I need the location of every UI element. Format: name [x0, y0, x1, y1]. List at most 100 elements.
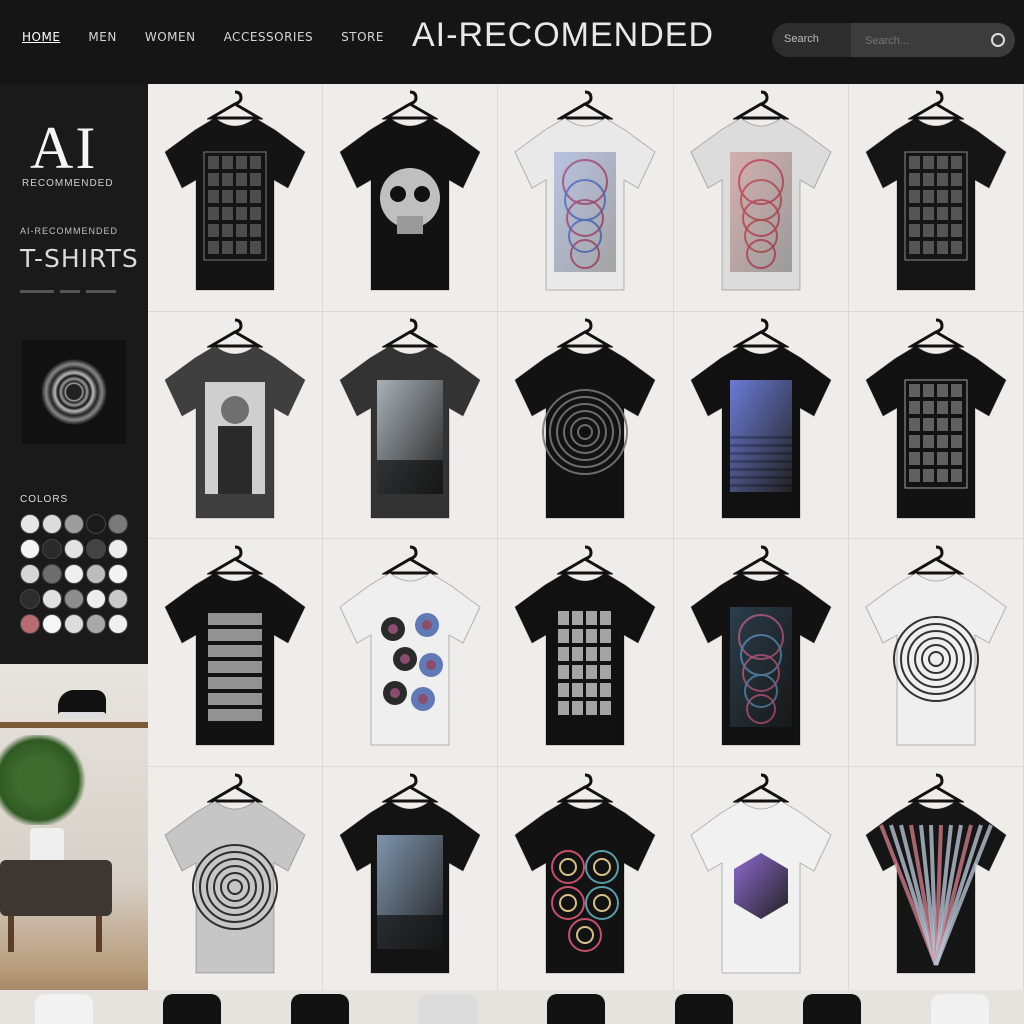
partial-garment	[803, 994, 861, 1024]
product-card[interactable]	[498, 539, 674, 767]
product-card[interactable]	[148, 539, 324, 767]
color-swatch[interactable]	[86, 589, 106, 609]
tshirt-artwork	[208, 613, 263, 721]
sofa-leg	[8, 916, 14, 952]
featured-pattern-thumbnail[interactable]	[22, 340, 126, 444]
search-icon[interactable]	[991, 33, 1005, 47]
colors-filter-title: COLORS	[20, 494, 69, 505]
product-card[interactable]	[323, 84, 499, 312]
nav-item-men[interactable]: MEN	[88, 30, 116, 44]
color-swatch[interactable]	[108, 514, 128, 534]
tshirt-icon	[339, 572, 481, 746]
tshirt-icon	[339, 344, 481, 518]
tshirt-icon	[865, 799, 1007, 973]
left-sidebar: AI RECOMMENDED AI-RECOMMENDED T-SHIRTS C…	[0, 84, 148, 664]
color-swatch-grid	[20, 514, 128, 634]
top-navigation-bar: HOME MEN WOMEN ACCESSORIES STORE AI-RECO…	[0, 0, 1024, 85]
product-card[interactable]	[673, 84, 849, 312]
color-swatch[interactable]	[86, 564, 106, 584]
tshirt-icon	[514, 572, 657, 746]
room-background	[0, 664, 148, 1024]
product-card[interactable]	[848, 539, 1024, 767]
tshirt-icon	[690, 344, 832, 518]
product-card[interactable]	[673, 539, 849, 767]
product-card[interactable]	[148, 84, 324, 312]
color-swatch[interactable]	[108, 589, 128, 609]
color-swatch[interactable]	[86, 614, 106, 634]
wall-shelf	[0, 722, 148, 728]
tshirt-artwork	[554, 152, 617, 272]
tshirt-artwork	[377, 834, 444, 949]
color-swatch[interactable]	[42, 539, 62, 559]
color-swatch[interactable]	[20, 614, 40, 634]
sofa-leg	[96, 916, 102, 952]
color-swatch[interactable]	[42, 589, 62, 609]
partial-garment	[547, 994, 605, 1024]
category-title: T-SHIRTS	[20, 244, 139, 273]
tshirt-artwork	[377, 379, 444, 494]
nav-item-store[interactable]: STORE	[341, 30, 384, 44]
brand-title: AI-RECOMENDED	[412, 16, 715, 54]
partial-garment	[675, 994, 733, 1024]
partial-garment	[419, 994, 477, 1024]
tshirt-icon	[164, 344, 306, 518]
search-label: Search	[784, 33, 819, 45]
search-input[interactable]	[863, 31, 977, 51]
color-swatch[interactable]	[42, 564, 62, 584]
search-bar[interactable]: Search	[772, 23, 1015, 57]
color-swatch[interactable]	[20, 514, 40, 534]
color-swatch[interactable]	[108, 614, 128, 634]
nav-item-accessories[interactable]: ACCESSORIES	[224, 30, 314, 44]
tshirt-icon	[865, 572, 1007, 746]
color-swatch[interactable]	[64, 614, 84, 634]
tshirt-artwork	[729, 379, 792, 492]
color-swatch[interactable]	[20, 589, 40, 609]
product-card[interactable]	[673, 766, 849, 994]
plant-decoration	[0, 735, 96, 825]
plant-pot	[30, 828, 64, 864]
product-card[interactable]	[848, 311, 1024, 539]
product-card[interactable]	[498, 766, 674, 994]
promo-lines-decoration	[20, 280, 128, 293]
color-swatch[interactable]	[108, 539, 128, 559]
product-card[interactable]	[498, 311, 674, 539]
tshirt-artwork	[729, 152, 792, 272]
color-swatch[interactable]	[20, 539, 40, 559]
nav-item-women[interactable]: WOMEN	[145, 30, 196, 44]
tshirt-icon	[690, 572, 832, 746]
main-nav: HOME MEN WOMEN ACCESSORIES STORE	[22, 30, 384, 44]
tshirt-icon	[690, 799, 832, 973]
partial-garment	[931, 994, 989, 1024]
ai-logo-subtitle: RECOMMENDED	[22, 178, 114, 189]
promo-subtitle: AI-RECOMMENDED	[20, 226, 119, 236]
color-swatch[interactable]	[42, 514, 62, 534]
tshirt-icon	[339, 117, 481, 291]
color-swatch[interactable]	[64, 539, 84, 559]
product-card[interactable]	[848, 766, 1024, 994]
product-card[interactable]	[148, 311, 324, 539]
color-swatch[interactable]	[64, 589, 84, 609]
color-swatch[interactable]	[64, 564, 84, 584]
bottom-hanger-row	[0, 990, 1024, 1024]
color-swatch[interactable]	[42, 614, 62, 634]
color-swatch[interactable]	[86, 539, 106, 559]
color-swatch[interactable]	[86, 514, 106, 534]
product-card[interactable]	[323, 539, 499, 767]
product-card[interactable]	[148, 766, 324, 994]
nav-item-home[interactable]: HOME	[22, 30, 60, 44]
tshirt-product-grid	[148, 84, 1024, 994]
product-card[interactable]	[323, 311, 499, 539]
partial-garment	[35, 994, 93, 1024]
partial-garment	[163, 994, 221, 1024]
color-swatch[interactable]	[20, 564, 40, 584]
color-swatch[interactable]	[108, 564, 128, 584]
tshirt-icon	[164, 117, 306, 291]
product-card[interactable]	[673, 311, 849, 539]
color-swatch[interactable]	[64, 514, 84, 534]
tshirt-icon	[865, 344, 1007, 518]
sneaker-decoration	[58, 690, 106, 718]
product-card[interactable]	[848, 84, 1024, 312]
tshirt-icon	[514, 799, 657, 973]
product-card[interactable]	[498, 84, 674, 312]
product-card[interactable]	[323, 766, 499, 994]
